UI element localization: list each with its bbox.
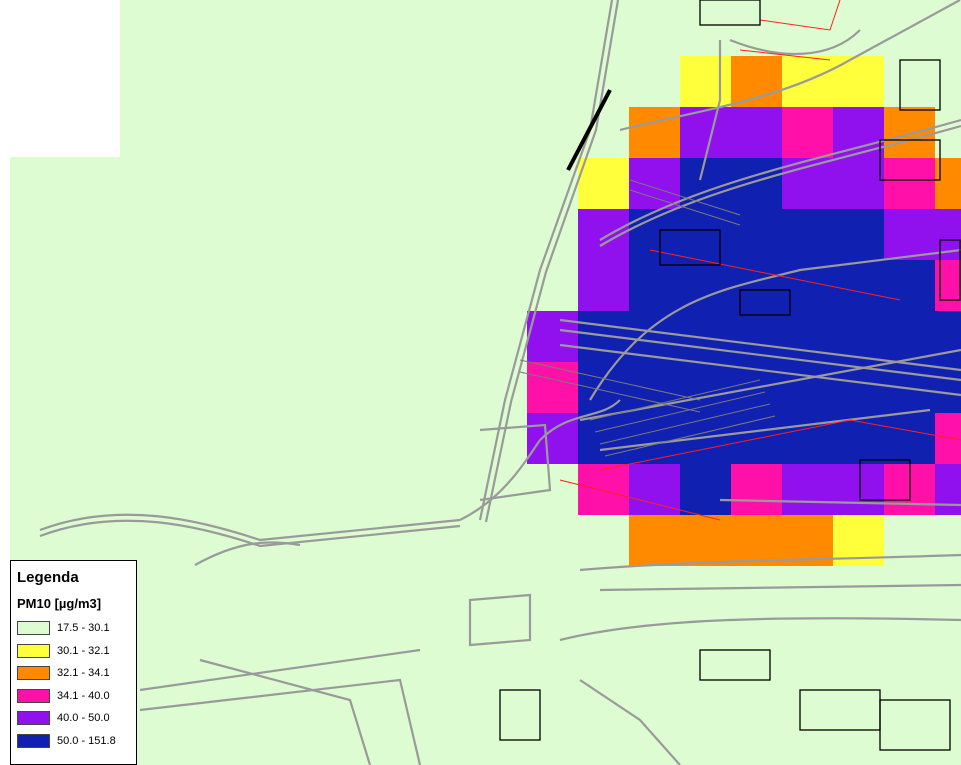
grid-cell [884, 260, 935, 311]
grid-cell [935, 464, 961, 515]
legend-swatch [17, 733, 50, 748]
grid-cell [629, 209, 680, 260]
grid-cell [884, 413, 935, 464]
legend-title: Legenda [17, 569, 79, 586]
grid-cell [578, 362, 629, 413]
unmapped-area-strip [0, 0, 10, 765]
grid-cell [731, 158, 782, 209]
grid-cell [935, 260, 961, 311]
grid-cell [935, 413, 961, 464]
grid-cell [884, 311, 935, 362]
grid-cell [680, 464, 731, 515]
legend-class-0: 17.5 - 30.1 [17, 617, 136, 640]
legend-label: 32.1 - 34.1 [57, 667, 110, 680]
grid-cell [578, 464, 629, 515]
grid-cell [578, 158, 629, 209]
grid-cell [731, 209, 782, 260]
legend-class-1: 30.1 - 32.1 [17, 640, 136, 663]
legend-swatch [17, 688, 50, 703]
legend-label: 34.1 - 40.0 [57, 689, 110, 702]
grid-cell [782, 209, 833, 260]
legend-label: 30.1 - 32.1 [57, 644, 110, 657]
grid-cell [935, 158, 961, 209]
grid-cell [578, 260, 629, 311]
legend-class-5: 50.0 - 151.8 [17, 730, 136, 753]
grid-cell [527, 362, 578, 413]
grid-cell [833, 158, 884, 209]
grid-cell [731, 56, 782, 107]
grid-cell [833, 464, 884, 515]
pm10-map[interactable] [0, 0, 961, 765]
legend-swatch [17, 666, 50, 681]
grid-cell [680, 209, 731, 260]
grid-cell [833, 209, 884, 260]
legend-label: 50.0 - 151.8 [57, 734, 116, 747]
legend-class-2: 32.1 - 34.1 [17, 662, 136, 685]
grid-cell [527, 311, 578, 362]
grid-cell [629, 158, 680, 209]
legend-class-4: 40.0 - 50.0 [17, 707, 136, 730]
grid-cell [782, 362, 833, 413]
grid-cell [680, 158, 731, 209]
grid-cell [629, 515, 680, 566]
grid-cell [731, 107, 782, 158]
legend-swatch [17, 621, 50, 636]
legend-subtitle: PM10 [µg/m3] [17, 596, 102, 611]
grid-cell [782, 413, 833, 464]
grid-cell [833, 107, 884, 158]
grid-cell [884, 158, 935, 209]
legend-classes: 17.5 - 30.1 30.1 - 32.1 32.1 - 34.1 34.1 - … [17, 617, 136, 752]
grid-cell [680, 260, 731, 311]
legend-swatch [17, 711, 50, 726]
grid-cell [884, 107, 935, 158]
grid-cell [731, 515, 782, 566]
grid-cell [680, 362, 731, 413]
grid-cell [782, 464, 833, 515]
grid-cell [731, 464, 782, 515]
grid-cell [884, 209, 935, 260]
grid-cell [782, 107, 833, 158]
legend-label: 40.0 - 50.0 [57, 712, 110, 725]
grid-cell [629, 413, 680, 464]
grid-cell [833, 56, 884, 107]
grid-cell [782, 311, 833, 362]
grid-cell [629, 464, 680, 515]
legend-swatch [17, 643, 50, 658]
grid-cell [629, 260, 680, 311]
legend-label: 17.5 - 30.1 [57, 622, 110, 635]
legend-class-3: 34.1 - 40.0 [17, 685, 136, 708]
grid-cell [680, 56, 731, 107]
grid-cell [680, 515, 731, 566]
map-legend: Legenda PM10 [µg/m3] 17.5 - 30.1 30.1 - 3… [10, 560, 137, 765]
grid-cell [833, 260, 884, 311]
unmapped-area [0, 0, 120, 157]
grid-cell [629, 107, 680, 158]
